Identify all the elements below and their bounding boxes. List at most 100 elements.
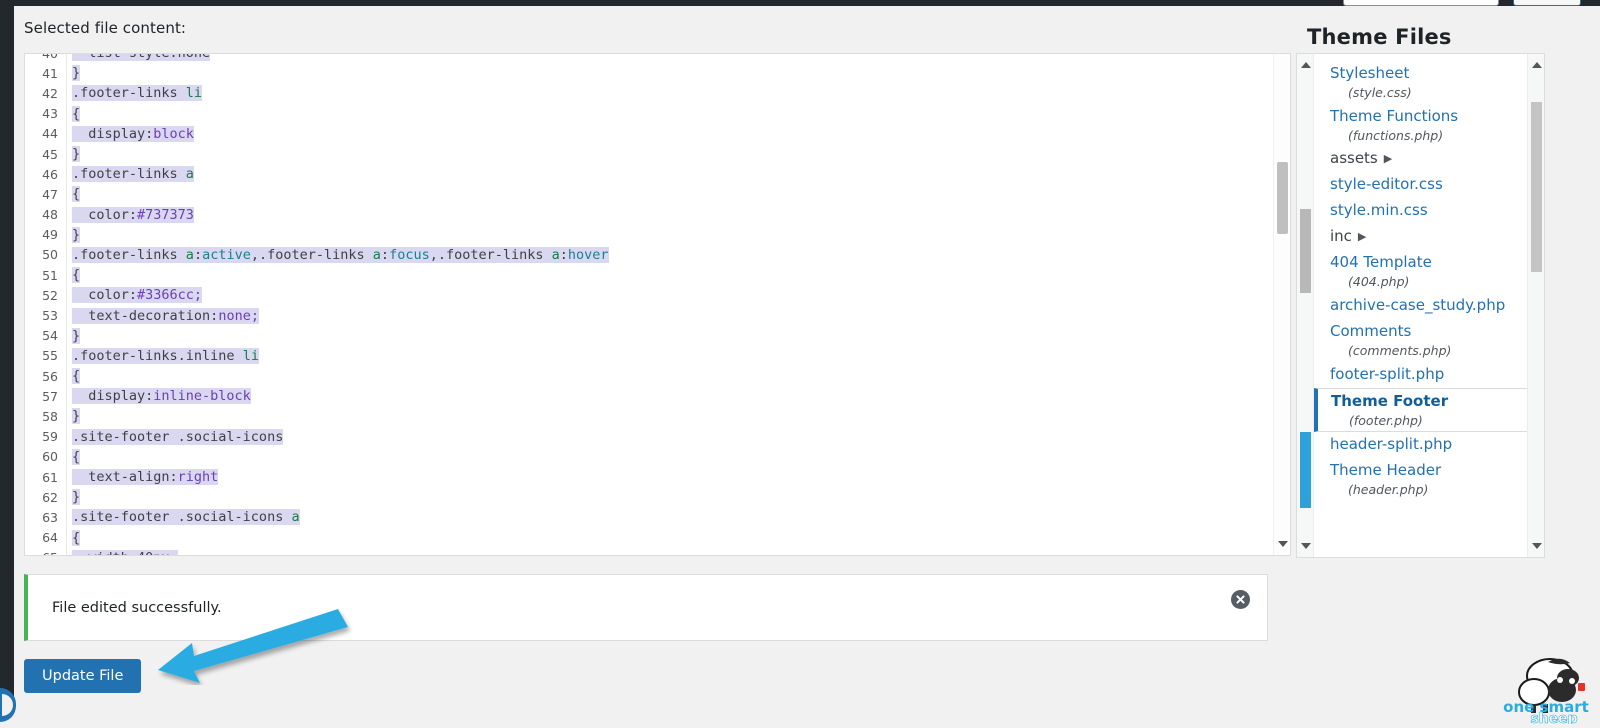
line-number: 61 bbox=[42, 469, 58, 485]
theme-file-item[interactable]: header-split.php bbox=[1314, 432, 1544, 458]
code-line[interactable]: 65 width:40px; bbox=[25, 548, 1290, 555]
line-content: { bbox=[72, 368, 81, 385]
theme-file-item[interactable]: assets ▶ bbox=[1314, 146, 1544, 172]
theme-files-panel[interactable]: Stylesheet (style.css) Theme Functions (fun… bbox=[1296, 53, 1545, 558]
theme-files-list[interactable]: Stylesheet (style.css) Theme Functions (fun… bbox=[1314, 54, 1544, 557]
line-content: text-decoration:none; bbox=[72, 307, 259, 324]
code-line[interactable]: 42 .footer-links li bbox=[25, 83, 1290, 103]
code-line[interactable]: 61 text-align:right bbox=[25, 467, 1290, 487]
code-line[interactable]: 49} bbox=[25, 225, 1290, 245]
scroll-up-arrow-icon[interactable] bbox=[1301, 62, 1311, 68]
chevron-right-icon[interactable]: ▶ bbox=[1358, 231, 1366, 245]
line-content: list-style:none bbox=[66, 54, 211, 62]
editor-scrollbar-thumb[interactable] bbox=[1277, 162, 1288, 234]
line-number: 59 bbox=[42, 429, 58, 445]
theme-file-item[interactable]: style.min.css bbox=[1314, 198, 1544, 224]
scroll-down-arrow-icon[interactable] bbox=[1532, 543, 1542, 549]
code-line[interactable]: 58} bbox=[25, 406, 1290, 426]
code-line[interactable]: 41} bbox=[25, 63, 1290, 83]
theme-files-scrollbar[interactable] bbox=[1527, 54, 1544, 557]
theme-file-item[interactable]: 404 Template (404.php) bbox=[1314, 250, 1544, 293]
line-content: } bbox=[72, 65, 81, 82]
theme-file-item[interactable]: Stylesheet (style.css) bbox=[1314, 61, 1544, 104]
line-content: width:40px; bbox=[66, 549, 178, 555]
line-number: 54 bbox=[42, 328, 58, 344]
line-content: } bbox=[72, 226, 81, 243]
theme-file-filename: (style.css) bbox=[1348, 85, 1412, 100]
code-line[interactable]: 54} bbox=[25, 326, 1290, 346]
admin-sidebar-rail bbox=[0, 0, 14, 700]
theme-file-filename: (header.php) bbox=[1348, 482, 1429, 498]
line-content: display:block bbox=[72, 125, 194, 142]
code-line[interactable]: 60 { bbox=[25, 447, 1290, 467]
line-content: .footer-links li bbox=[72, 85, 203, 102]
scroll-down-arrow-icon[interactable] bbox=[1278, 541, 1288, 547]
code-lines[interactable]: 40 list-style:none 41} 42 .footer-links li 4… bbox=[25, 54, 1290, 555]
line-content: color:#737373 bbox=[72, 206, 194, 223]
line-content: .site-footer .social-icons a bbox=[72, 509, 300, 526]
code-line[interactable]: 48 color:#737373 bbox=[25, 205, 1290, 225]
line-content: .footer-links a:active,.footer-links a:f… bbox=[72, 246, 609, 263]
theme-file-item[interactable]: archive-case_study.php bbox=[1314, 293, 1544, 319]
theme-file-title: Comments bbox=[1330, 321, 1412, 340]
theme-file-item[interactable]: style-editor.css bbox=[1314, 172, 1544, 198]
code-line[interactable]: 43 { bbox=[25, 104, 1290, 124]
line-content: } bbox=[72, 408, 81, 425]
line-number: 58 bbox=[42, 408, 58, 424]
theme-file-item[interactable]: Comments (comments.php) bbox=[1314, 319, 1544, 362]
code-line[interactable]: 52 color:#3366cc; bbox=[25, 285, 1290, 305]
code-line[interactable]: 63 .site-footer .social-icons a bbox=[25, 507, 1290, 527]
theme-file-title: footer-split.php bbox=[1330, 364, 1445, 383]
code-line[interactable]: 55 .footer-links.inline li bbox=[25, 346, 1290, 366]
code-line[interactable]: 51 { bbox=[25, 265, 1290, 285]
code-line[interactable]: 46 .footer-links a bbox=[25, 164, 1290, 184]
theme-file-title: Theme Header bbox=[1330, 461, 1442, 480]
code-line[interactable]: 50 .footer-links a:active,.footer-links a… bbox=[25, 245, 1290, 265]
code-line[interactable]: 56 { bbox=[25, 366, 1290, 386]
line-content: } bbox=[72, 489, 81, 506]
line-number: 47 bbox=[42, 186, 58, 202]
theme-file-item[interactable]: Theme Functions (functions.php) bbox=[1314, 104, 1544, 147]
line-number: 41 bbox=[42, 65, 58, 81]
code-editor[interactable]: 40 list-style:none 41} 42 .footer-links li 4… bbox=[24, 53, 1291, 556]
scroll-up-arrow-icon[interactable] bbox=[1532, 62, 1542, 68]
code-line[interactable]: 53 text-decoration:none; bbox=[25, 305, 1290, 325]
code-line[interactable]: 47 { bbox=[25, 184, 1290, 204]
code-line[interactable]: 64 { bbox=[25, 528, 1290, 548]
notice-message: File edited successfully. bbox=[52, 600, 222, 616]
chevron-right-icon[interactable]: ▶ bbox=[1384, 153, 1392, 167]
line-number: 42 bbox=[42, 85, 58, 101]
theme-file-item[interactable]: Theme Header (header.php) bbox=[1314, 458, 1544, 501]
theme-files-scrollbar-thumb[interactable] bbox=[1531, 102, 1542, 272]
scroll-down-arrow-icon[interactable] bbox=[1301, 543, 1311, 549]
update-file-button[interactable]: Update File bbox=[24, 659, 142, 693]
page-scrollbar-thumb[interactable] bbox=[1300, 209, 1311, 293]
line-number: 65 bbox=[25, 550, 66, 555]
select-button[interactable] bbox=[1513, 0, 1581, 6]
theme-file-item-selected[interactable]: Theme Footer (footer.php) bbox=[1314, 387, 1536, 433]
one-smart-sheep-logo: one smart sheep bbox=[1503, 658, 1589, 724]
editor-scrollbar[interactable] bbox=[1273, 54, 1290, 555]
line-number: 63 bbox=[42, 509, 58, 525]
close-circle-icon[interactable] bbox=[1231, 590, 1250, 609]
code-line[interactable]: 59 .site-footer .social-icons bbox=[25, 427, 1290, 447]
theme-file-item[interactable]: footer-split.php bbox=[1314, 362, 1544, 388]
theme-file-title: Theme Functions bbox=[1330, 106, 1459, 125]
line-number: 55 bbox=[42, 348, 58, 364]
theme-file-item[interactable]: inc ▶ bbox=[1314, 224, 1544, 250]
code-line[interactable]: 57 display:inline-block bbox=[25, 386, 1290, 406]
line-content: { bbox=[72, 186, 81, 203]
code-line[interactable]: 62} bbox=[25, 487, 1290, 507]
line-content: display:inline-block bbox=[72, 388, 251, 405]
theme-file-title: style.min.css bbox=[1330, 201, 1428, 220]
theme-files-panel-title: Theme Files bbox=[1307, 25, 1452, 49]
code-line[interactable]: 45} bbox=[25, 144, 1290, 164]
page-scrollbar[interactable] bbox=[1297, 54, 1314, 557]
page-scrollbar-highlight[interactable] bbox=[1300, 432, 1311, 508]
theme-file-title: Stylesheet bbox=[1330, 64, 1410, 82]
line-content: { bbox=[72, 105, 81, 122]
code-line[interactable]: 40 list-style:none bbox=[25, 54, 1290, 63]
file-selector-input[interactable] bbox=[1343, 0, 1499, 6]
line-number: 57 bbox=[42, 388, 58, 404]
code-line[interactable]: 44 display:block bbox=[25, 124, 1290, 144]
